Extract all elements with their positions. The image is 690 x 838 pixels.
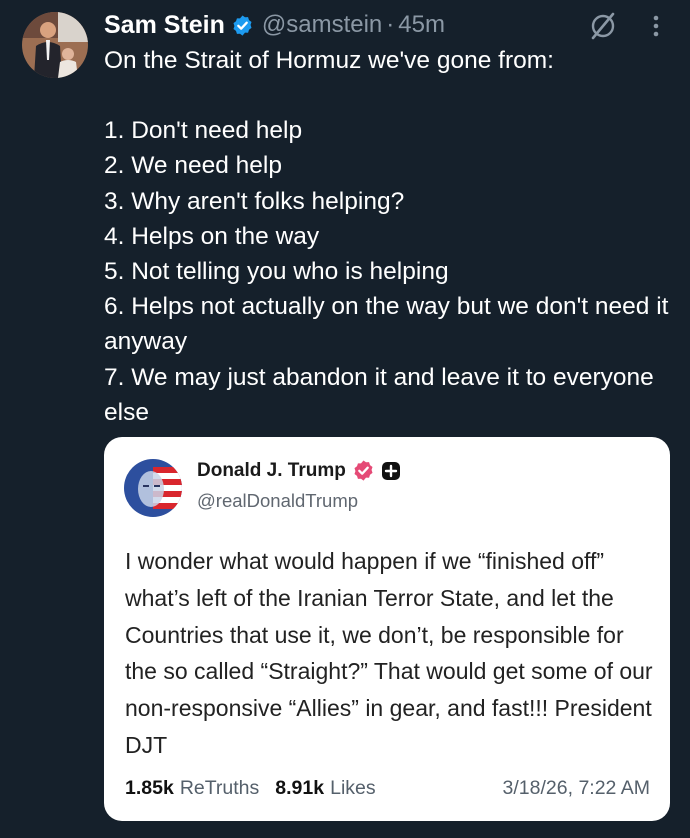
quote-text: I wonder what would happen if we “finish… — [125, 548, 653, 758]
quote-display-name: Donald J. Trump — [197, 459, 346, 481]
separator-dot: · — [386, 11, 395, 38]
quote-handle: @realDonaldTrump — [197, 490, 359, 511]
display-name[interactable]: Sam Stein — [104, 11, 225, 40]
retruths-label: ReTruths — [179, 777, 260, 799]
quote-avatar — [124, 459, 182, 517]
retruths-count: 1.85k — [125, 777, 174, 799]
verified-badge-icon — [233, 14, 252, 36]
tweet-lead: On the Strait of Hormuz we've gone from: — [104, 47, 554, 74]
tweet-list-item: 7. We may just abandon it and leave it t… — [104, 363, 654, 426]
quote-header: Donald J. Trump — [197, 459, 401, 482]
avatar[interactable] — [22, 12, 88, 78]
quote-timestamp: 3/18/26, 7:22 AM — [502, 777, 650, 799]
quote-stats: 1.85k ReTruths 8.91k Likes 3/18/26, 7:22… — [125, 777, 650, 800]
tweet-header: Sam Stein @samstein · 45m — [104, 8, 445, 42]
likes-label: Likes — [330, 777, 376, 799]
tweet-list-item: 1. Don't need help — [104, 117, 303, 145]
more-icon[interactable] — [652, 13, 660, 39]
quote-avatar-photo — [124, 459, 182, 517]
handle[interactable]: @samstein — [262, 11, 382, 39]
likes-count: 8.91k — [275, 777, 325, 799]
avatar-photo — [22, 12, 88, 78]
tweet-list-item: 3. Why aren't folks helping? — [104, 187, 405, 215]
verified-badge-icon — [354, 460, 373, 481]
tweet-list-item: 5. Not telling you who is helping — [104, 258, 449, 286]
tweet-list-item: 6. Helps not actually on the way but we … — [104, 293, 669, 356]
embedded-post-image[interactable]: Donald J. Trump @realDonaldTrump I wonde… — [104, 437, 670, 821]
header-actions — [588, 11, 660, 41]
plus-badge-icon — [381, 461, 400, 480]
tweet-list-item: 4. Helps on the way — [104, 222, 320, 250]
grok-icon[interactable] — [588, 11, 618, 41]
tweet-text: On the Strait of Hormuz we've gone from:… — [104, 43, 674, 430]
timestamp[interactable]: 45m — [398, 11, 445, 39]
tweet-list-item: 2. We need help — [104, 152, 282, 180]
